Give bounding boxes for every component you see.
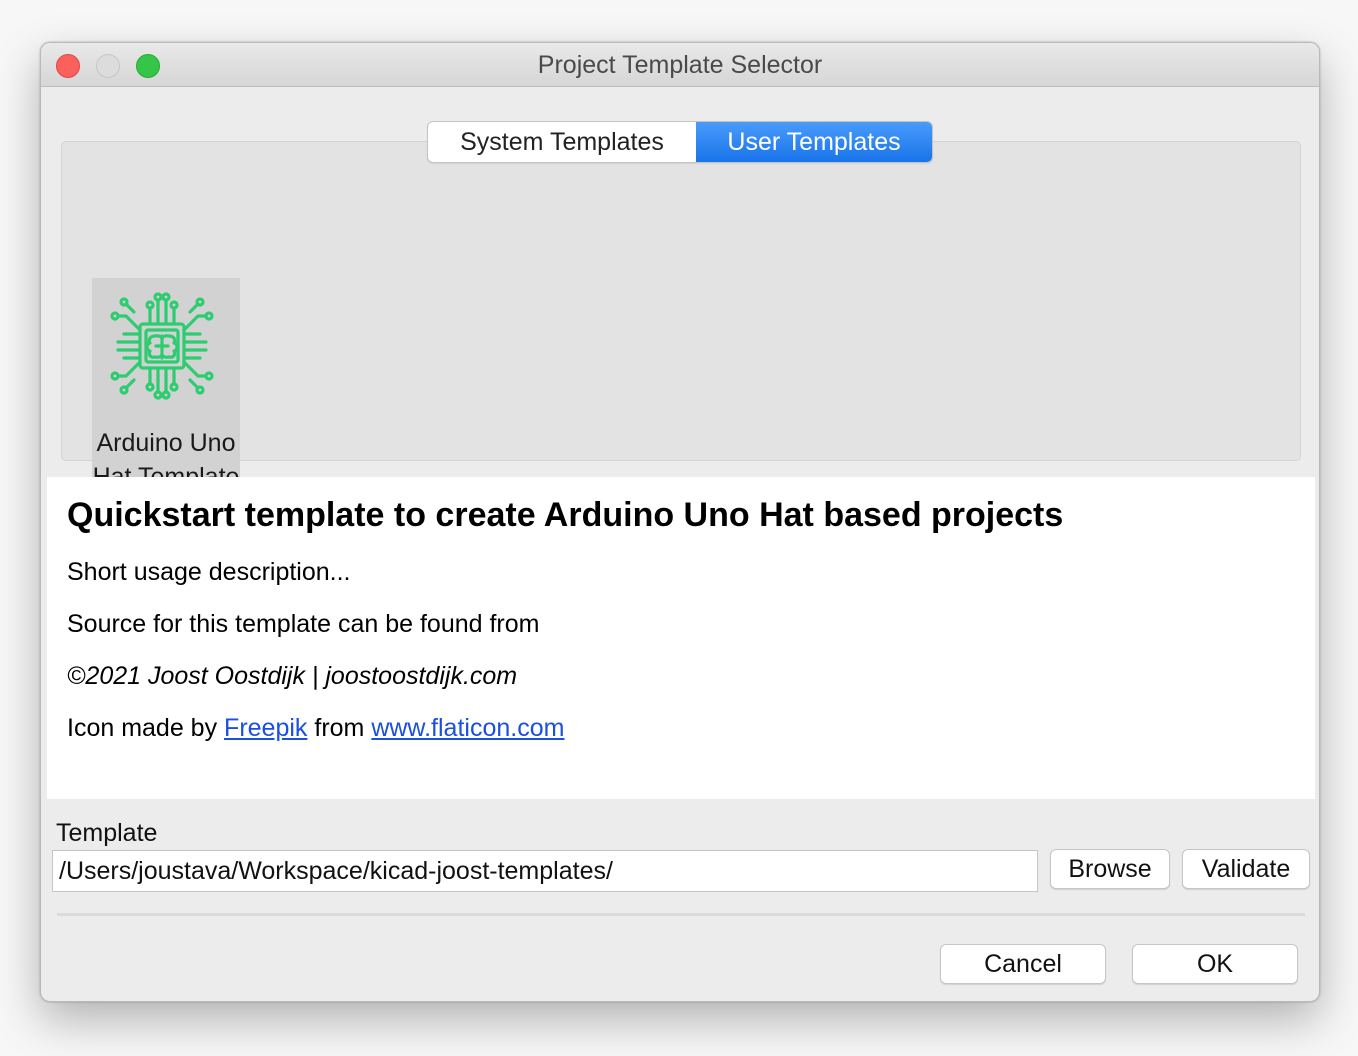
circuit-brain-icon <box>110 292 214 400</box>
copyright-text: ©2021 Joost Oostdijk | joostoostdijk.com <box>67 662 518 690</box>
ok-button[interactable]: OK <box>1132 944 1298 984</box>
template-tabs: System Templates User Templates <box>427 121 933 163</box>
icon-credit: Icon made by Freepik from www.flaticon.c… <box>67 713 1295 743</box>
dialog-window: Project Template Selector Arduino Uno Ha… <box>40 42 1320 1002</box>
template-description-pane: Quickstart template to create Arduino Un… <box>47 477 1315 799</box>
browse-button[interactable]: Browse <box>1050 849 1170 889</box>
window-title: Project Template Selector <box>537 51 823 79</box>
freepik-link[interactable]: Freepik <box>224 714 307 742</box>
tab-user-templates[interactable]: User Templates <box>696 122 932 162</box>
tab-system-templates[interactable]: System Templates <box>428 122 696 162</box>
template-grid-panel: Arduino Uno Hat Template <box>61 141 1301 546</box>
credit-prefix: Icon made by <box>67 714 218 742</box>
cancel-button[interactable]: Cancel <box>940 944 1106 984</box>
title-bar[interactable]: Project Template Selector <box>41 43 1319 87</box>
source-text: Source for this template can be found fr… <box>67 610 540 638</box>
description-heading: Quickstart template to create Arduino Un… <box>67 496 1064 534</box>
flaticon-link[interactable]: www.flaticon.com <box>371 714 564 742</box>
usage-text: Short usage description... <box>67 558 351 586</box>
divider <box>57 913 1305 916</box>
template-path-label: Template <box>56 819 158 847</box>
validate-button[interactable]: Validate <box>1182 849 1310 889</box>
template-path-input[interactable] <box>52 850 1038 892</box>
credit-middle: from <box>314 714 365 742</box>
